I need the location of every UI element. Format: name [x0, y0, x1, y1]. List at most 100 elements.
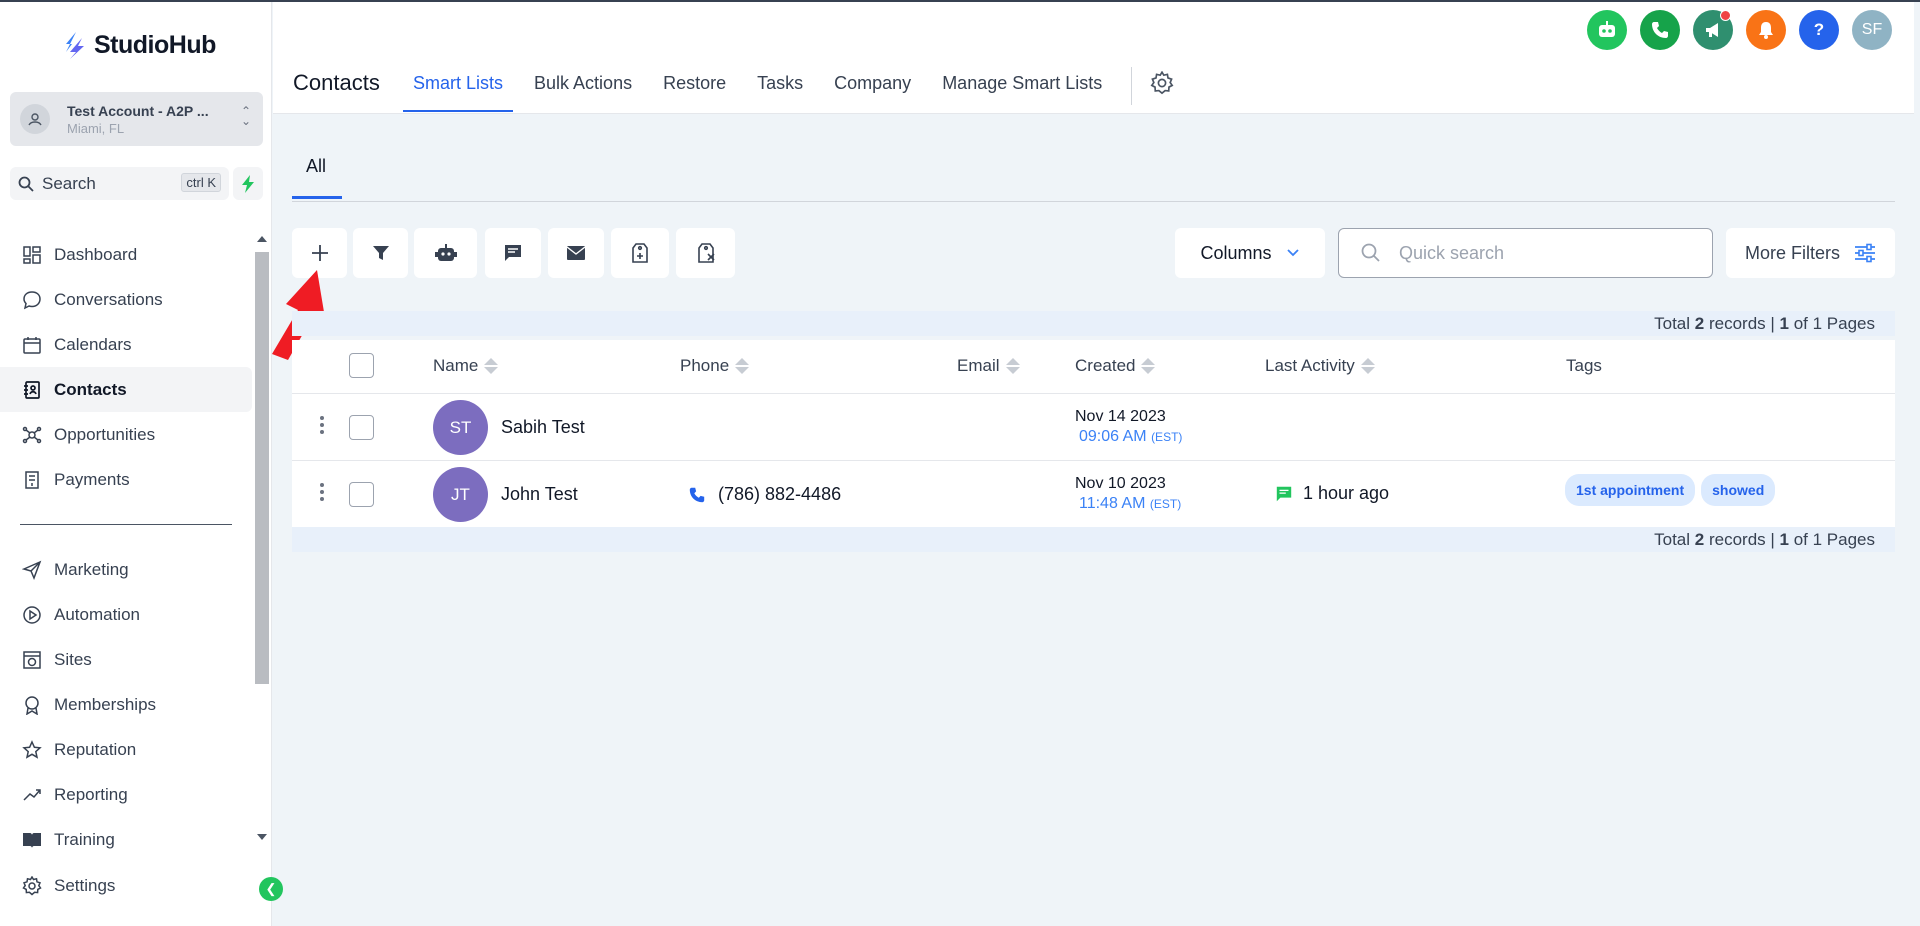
- tags-cell: 1st appointment showed: [1565, 474, 1776, 506]
- contact-name[interactable]: Sabih Test: [501, 417, 585, 438]
- location-avatar-icon: [20, 104, 50, 134]
- header-actions: ? SF: [1587, 10, 1892, 50]
- collapse-sidebar-button[interactable]: ❮: [259, 877, 283, 901]
- filter-button[interactable]: [353, 228, 408, 278]
- add-tag-button[interactable]: [611, 228, 669, 278]
- sidebar-item-automation[interactable]: Automation: [0, 592, 252, 637]
- sidebar-item-label: Calendars: [54, 334, 132, 354]
- robot-icon: [434, 244, 457, 261]
- pagination-page: 1: [1779, 314, 1789, 333]
- ai-bot-button[interactable]: [1587, 10, 1627, 50]
- column-header-email[interactable]: Email: [957, 356, 1020, 376]
- search-label: Search: [42, 173, 96, 193]
- user-avatar[interactable]: SF: [1852, 10, 1892, 50]
- pagination-summary-bottom: Total 2 records | 1 of 1 Pages: [292, 527, 1895, 552]
- sort-icon: [1005, 358, 1020, 374]
- message-icon: [505, 245, 521, 261]
- sidebar-item-settings[interactable]: Settings: [22, 876, 115, 896]
- sidebar-item-label: Reporting: [54, 784, 128, 804]
- sidebar-item-opportunities[interactable]: Opportunities: [0, 412, 252, 457]
- sidebar-item-memberships[interactable]: Memberships: [0, 682, 252, 727]
- phone-cell[interactable]: (786) 882-4486: [688, 484, 841, 505]
- table-row[interactable]: ST Sabih Test Nov 14 2023 09:06 AM (EST): [292, 394, 1895, 461]
- remove-tag-button[interactable]: [676, 228, 735, 278]
- last-activity-cell: 1 hour ago: [1275, 483, 1389, 504]
- sidebar-item-training[interactable]: Training: [0, 817, 252, 862]
- more-filters-label: More Filters: [1744, 242, 1840, 263]
- sidebar-item-marketing[interactable]: Marketing: [0, 547, 252, 592]
- column-header-phone[interactable]: Phone: [680, 356, 750, 376]
- notifications-button[interactable]: [1746, 10, 1786, 50]
- table-row[interactable]: JT John Test (786) 882-4486 Nov 10 2023 …: [292, 461, 1895, 528]
- smart-list-tab-all[interactable]: All: [306, 156, 326, 177]
- sidebar-item-sites[interactable]: Sites: [0, 637, 252, 682]
- tab-manage-smart-lists[interactable]: Manage Smart Lists: [932, 73, 1112, 112]
- account-switcher[interactable]: Test Account - A2P ... Miami, FL ⌃ ⌄: [10, 92, 263, 146]
- sidebar-item-payments[interactable]: Payments: [0, 457, 252, 502]
- send-email-button[interactable]: [548, 228, 604, 278]
- scroll-down-arrow-icon[interactable]: [257, 834, 267, 840]
- automation-icon: [23, 605, 41, 624]
- select-all-checkbox[interactable]: [349, 353, 374, 378]
- sidebar-item-label: Contacts: [54, 379, 127, 399]
- quick-actions-button[interactable]: [233, 167, 263, 200]
- filter-icon: [372, 246, 389, 260]
- sidebar: StudioHub Test Account - A2P ... Miami, …: [0, 2, 272, 926]
- quick-search-input[interactable]: [1399, 242, 1699, 264]
- bell-icon: [1759, 22, 1773, 39]
- scroll-up-arrow-icon[interactable]: [257, 236, 267, 242]
- pagination-page: 1: [1779, 530, 1789, 549]
- logo-text: StudioHub: [94, 30, 216, 59]
- search-icon: [18, 176, 34, 192]
- send-sms-button[interactable]: [485, 228, 541, 278]
- tab-smart-lists[interactable]: Smart Lists: [403, 73, 514, 112]
- row-menu-icon[interactable]: [320, 416, 324, 434]
- tag-badge[interactable]: 1st appointment: [1565, 474, 1696, 506]
- subtabs-divider: [292, 201, 1895, 202]
- column-header-name[interactable]: Name: [433, 356, 499, 376]
- tab-tasks[interactable]: Tasks: [747, 73, 813, 112]
- row-checkbox[interactable]: [349, 415, 374, 440]
- sidebar-item-label: Sites: [54, 649, 92, 669]
- search-icon: [1361, 243, 1380, 262]
- tag-badge[interactable]: showed: [1701, 474, 1776, 506]
- phone-icon: [1652, 22, 1668, 38]
- sidebar-item-dashboard[interactable]: Dashboard: [0, 232, 252, 277]
- created-time: 09:06 AM: [1079, 428, 1147, 445]
- created-time: 11:48 AM: [1079, 495, 1146, 512]
- account-name: Test Account - A2P ...: [67, 102, 209, 119]
- account-location: Miami, FL: [67, 120, 125, 136]
- pagination-record-count: 2: [1694, 314, 1705, 333]
- row-checkbox[interactable]: [349, 482, 374, 507]
- help-button[interactable]: ?: [1799, 10, 1839, 50]
- announcements-button[interactable]: [1693, 10, 1733, 50]
- column-label: Email: [957, 356, 1000, 375]
- sidebar-item-reputation[interactable]: Reputation: [0, 727, 252, 772]
- column-label: Created: [1075, 356, 1136, 375]
- tab-restore[interactable]: Restore: [653, 73, 736, 112]
- add-to-workflow-button[interactable]: [414, 228, 477, 278]
- column-header-last-activity[interactable]: Last Activity: [1265, 356, 1375, 376]
- logo[interactable]: StudioHub: [62, 30, 216, 60]
- sidebar-item-reporting[interactable]: Reporting: [0, 772, 252, 817]
- dashboard-icon: [23, 245, 41, 264]
- sidebar-item-label: Training: [54, 829, 115, 849]
- column-header-created[interactable]: Created: [1075, 356, 1156, 376]
- columns-dropdown[interactable]: Columns: [1175, 228, 1325, 278]
- sidebar-search[interactable]: Search ctrl K: [10, 167, 229, 200]
- notification-dot: [1720, 10, 1731, 21]
- sidebar-item-label: Reputation: [54, 739, 137, 759]
- tab-settings[interactable]: [1150, 70, 1174, 112]
- robot-icon: [1599, 21, 1615, 37]
- sidebar-item-label: Dashboard: [54, 244, 138, 264]
- sidebar-item-conversations[interactable]: Conversations: [0, 277, 252, 322]
- sidebar-item-calendars[interactable]: Calendars: [0, 322, 252, 367]
- message-icon: [1276, 486, 1292, 501]
- contact-name[interactable]: John Test: [501, 484, 578, 505]
- phone-button[interactable]: [1640, 10, 1680, 50]
- more-filters-button[interactable]: More Filters: [1726, 228, 1895, 278]
- tab-bulk-actions[interactable]: Bulk Actions: [524, 73, 642, 112]
- tab-company[interactable]: Company: [824, 73, 921, 112]
- sidebar-item-contacts[interactable]: Contacts: [0, 367, 252, 412]
- row-menu-icon[interactable]: [320, 483, 324, 501]
